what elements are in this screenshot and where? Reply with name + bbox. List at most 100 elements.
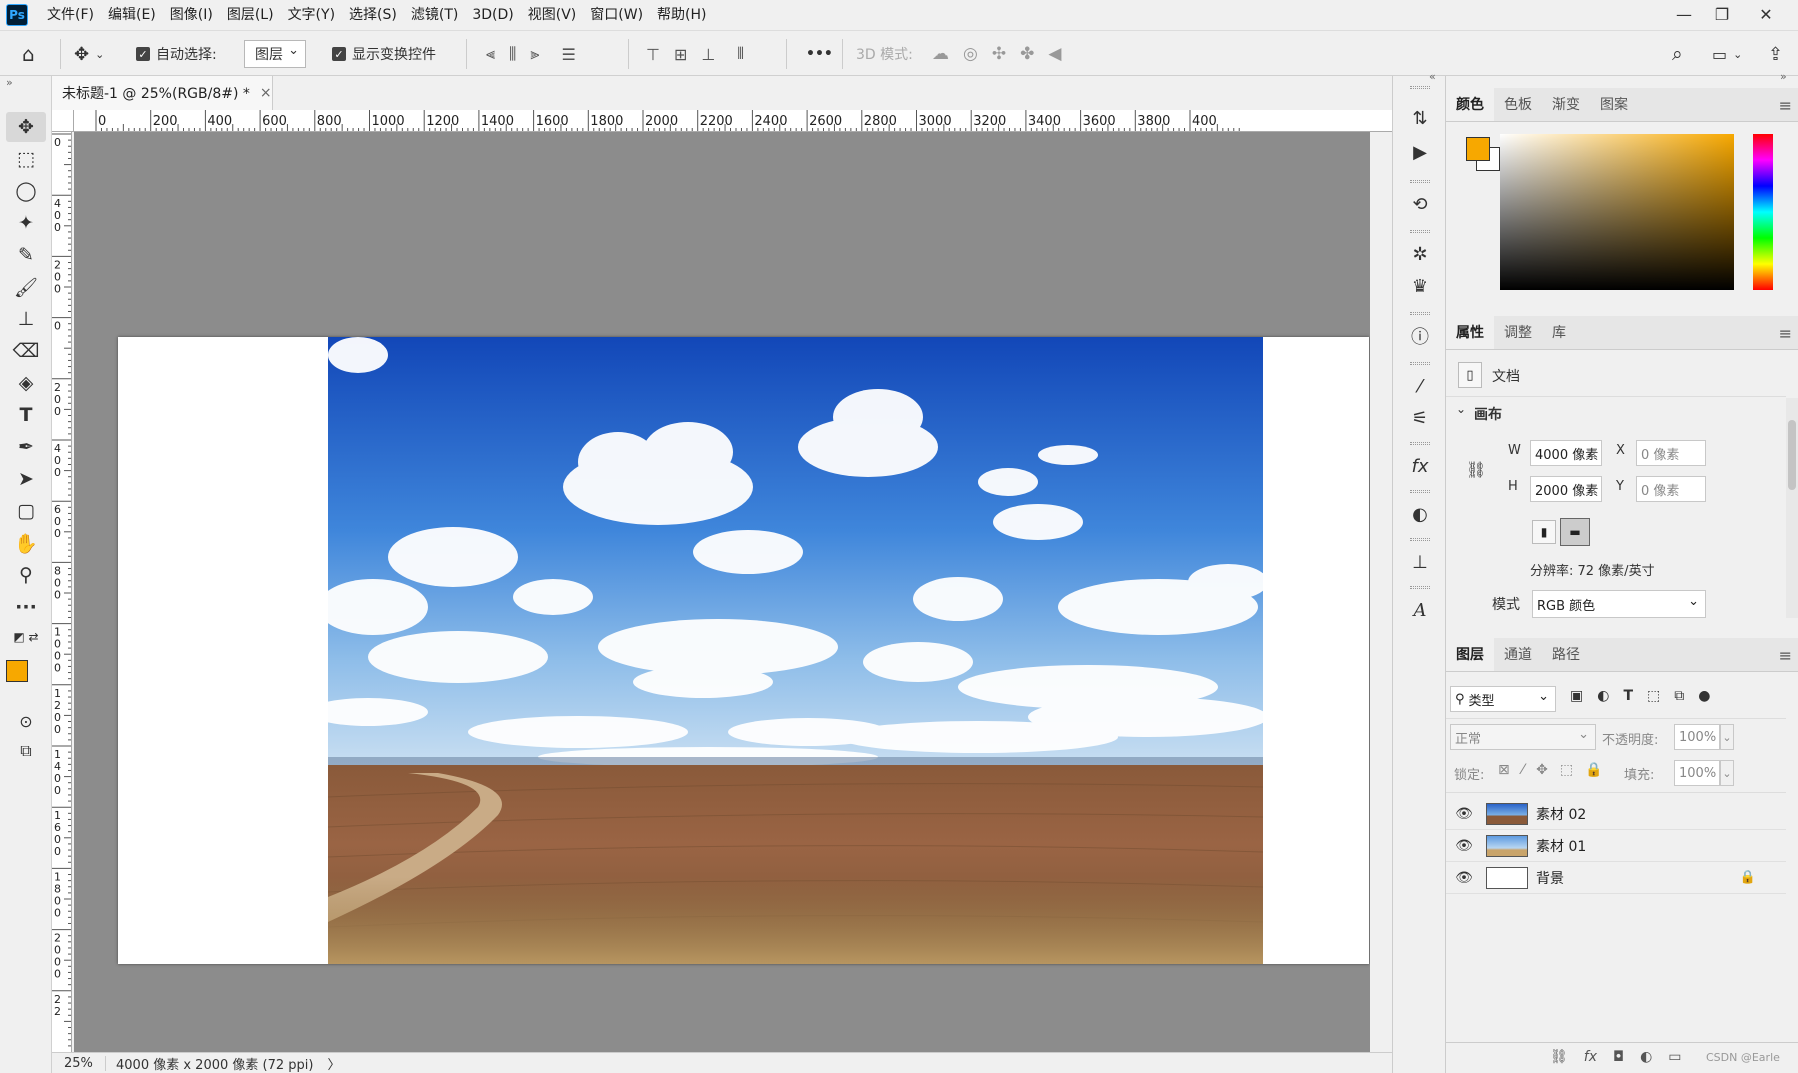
3d-scale-icon[interactable]: ◀	[1048, 44, 1061, 64]
canvas-pasteboard[interactable]	[74, 132, 1370, 1052]
histogram-icon[interactable]: ♛	[1405, 272, 1435, 300]
layer-filter-dropdown[interactable]: ⚲ 类型 ⌄	[1450, 686, 1556, 712]
chevron-down-icon[interactable]: ⌄	[1720, 760, 1734, 786]
ruler-origin[interactable]	[52, 110, 74, 132]
document-tab[interactable]: 未标题-1 @ 25%(RGB/8#) * ×	[52, 76, 273, 110]
hand-tool-icon[interactable]: ✋	[6, 528, 46, 558]
search-icon[interactable]: ⌕	[1672, 31, 1683, 77]
layer-name[interactable]: 背景	[1536, 868, 1564, 888]
blend-mode-dropdown[interactable]: 正常 ⌄	[1450, 724, 1596, 750]
adjustments-icon[interactable]: ⚟	[1405, 404, 1435, 432]
tab-channels[interactable]: 通道	[1494, 637, 1542, 671]
swap-colors-icon[interactable]: ◩ ⇄	[6, 622, 46, 652]
drag-grip[interactable]	[1410, 362, 1430, 365]
menu-file[interactable]: 文件(F)	[40, 0, 101, 30]
restore-button[interactable]: ❐	[1700, 0, 1744, 28]
align-top-icon[interactable]: ⊤	[646, 45, 660, 64]
filter-shape-icon[interactable]: ⬚	[1647, 688, 1660, 704]
panel-menu-icon[interactable]: ≡	[1779, 324, 1792, 343]
y-field[interactable]: 0 像素	[1636, 476, 1706, 502]
paint-bucket-icon[interactable]: ◈	[6, 368, 46, 398]
menu-view[interactable]: 视图(V)	[521, 0, 584, 30]
vertical-scrollbar[interactable]	[1370, 132, 1392, 1052]
drag-grip[interactable]	[1410, 538, 1430, 541]
tab-libraries[interactable]: 库	[1542, 315, 1576, 349]
filter-smart-object-icon[interactable]: ⧉	[1674, 688, 1684, 704]
align-bottom-icon[interactable]: ⊥	[701, 45, 715, 64]
status-menu-arrow-icon[interactable]: 〉	[327, 1054, 340, 1073]
width-field[interactable]: 4000 像素	[1530, 440, 1602, 466]
menu-3d[interactable]: 3D(D)	[465, 0, 520, 30]
add-mask-icon[interactable]: ◘	[1613, 1049, 1624, 1065]
lasso-tool-icon[interactable]: ◯	[6, 176, 46, 206]
home-icon[interactable]: ⌂	[22, 31, 35, 77]
tab-paths[interactable]: 路径	[1542, 637, 1590, 671]
lock-pixels-icon[interactable]: ⁄	[1522, 762, 1524, 778]
link-layers-icon[interactable]: ⛓	[1550, 1049, 1568, 1065]
tab-color[interactable]: 颜色	[1446, 87, 1494, 121]
lock-transparent-icon[interactable]: ⊠	[1498, 762, 1510, 778]
tab-layers[interactable]: 图层	[1446, 637, 1494, 671]
marquee-tool-icon[interactable]: ⬚	[6, 144, 46, 174]
opacity-field[interactable]: 100%	[1674, 724, 1720, 750]
lock-all-icon[interactable]: 🔒	[1585, 762, 1602, 778]
close-button[interactable]: ✕	[1744, 0, 1788, 28]
drag-grip[interactable]	[1410, 490, 1430, 493]
height-field[interactable]: 2000 像素	[1530, 476, 1602, 502]
eye-icon[interactable]: 👁	[1446, 870, 1482, 886]
more-options-button[interactable]: •••	[806, 31, 833, 77]
magic-wand-icon[interactable]: ✦	[6, 208, 46, 238]
landscape-orientation-icon[interactable]: ▬	[1560, 518, 1590, 546]
align-left-icon[interactable]: ⫷	[486, 44, 495, 64]
tab-properties[interactable]: 属性	[1446, 315, 1494, 349]
auto-select-checkbox[interactable]: ✓ 自动选择:	[136, 31, 217, 77]
layer-row[interactable]: 👁 背景 🔒	[1446, 862, 1786, 894]
adjustment-layer-icon[interactable]: ◐	[1640, 1049, 1652, 1065]
fx-icon[interactable]: fx	[1584, 1049, 1597, 1065]
clone-source-icon[interactable]: ⊥	[1405, 548, 1435, 576]
tab-gradients[interactable]: 渐变	[1542, 87, 1590, 121]
history-icon[interactable]: ⟲	[1405, 190, 1435, 218]
chevron-down-icon[interactable]: ⌄	[1720, 724, 1734, 750]
type-tool-icon[interactable]: T	[6, 400, 46, 430]
align-right-icon[interactable]: ⫸	[530, 44, 539, 64]
menu-image[interactable]: 图像(I)	[163, 0, 220, 30]
lock-position-icon[interactable]: ✥	[1536, 762, 1548, 778]
3d-roll-icon[interactable]: ◎	[963, 44, 978, 64]
drag-grip[interactable]	[1410, 312, 1430, 315]
distribute-v-icon[interactable]: ☰	[561, 45, 575, 64]
scroll-thumb[interactable]	[1788, 420, 1796, 490]
align-center-h-icon[interactable]: ⫼	[509, 44, 516, 64]
color-mode-dropdown[interactable]: RGB 颜色 ⌄	[1532, 590, 1706, 618]
tab-swatches[interactable]: 色板	[1494, 87, 1542, 121]
horizontal-ruler[interactable]: 0 200 400 600 800 1000 1200 1400 1600 1800 2000 220…	[74, 110, 1392, 132]
auto-select-target-dropdown[interactable]: 图层	[244, 40, 306, 68]
brush-settings-icon[interactable]: ⁄	[1405, 372, 1435, 400]
3d-orbit-icon[interactable]: ☁	[932, 44, 949, 64]
glyphs-icon[interactable]: A	[1405, 596, 1435, 624]
collapse-icon[interactable]: »	[6, 76, 13, 89]
brush-tool-icon[interactable]: 🖌	[6, 272, 46, 302]
vertical-ruler[interactable]: 0400200020040060080010001200140016001800…	[52, 132, 72, 1052]
more-tools-icon[interactable]: ···	[6, 592, 46, 622]
lock-artboard-icon[interactable]: ⬚	[1560, 762, 1573, 778]
filter-toggle-icon[interactable]: ●	[1698, 688, 1710, 704]
foreground-color-swatch[interactable]	[6, 660, 28, 682]
eye-icon[interactable]: 👁	[1446, 838, 1482, 854]
tab-patterns[interactable]: 图案	[1590, 87, 1638, 121]
properties-scrollbar[interactable]	[1786, 398, 1798, 618]
collapse-icon[interactable]: «	[1429, 70, 1436, 83]
drag-grip[interactable]	[1410, 86, 1430, 89]
zoom-tool-icon[interactable]: ⚲	[6, 560, 46, 590]
3d-pan-icon[interactable]: ✣	[992, 44, 1006, 64]
document-canvas[interactable]	[118, 337, 1369, 964]
close-tab-icon[interactable]: ×	[260, 85, 272, 101]
move-tool-preset-icon[interactable]: ✥ ⌄	[74, 31, 104, 77]
move-tool-icon[interactable]: ✥	[6, 112, 46, 142]
chevron-down-icon[interactable]: ⌄	[1456, 402, 1466, 416]
filter-type-icon[interactable]: T	[1623, 688, 1633, 704]
3d-panel-icon[interactable]: ✲	[1405, 240, 1435, 268]
new-group-icon[interactable]: ▭	[1668, 1049, 1681, 1065]
workspace-icon[interactable]: ▭ ⌄	[1712, 31, 1742, 77]
menu-layer[interactable]: 图层(L)	[220, 0, 281, 30]
